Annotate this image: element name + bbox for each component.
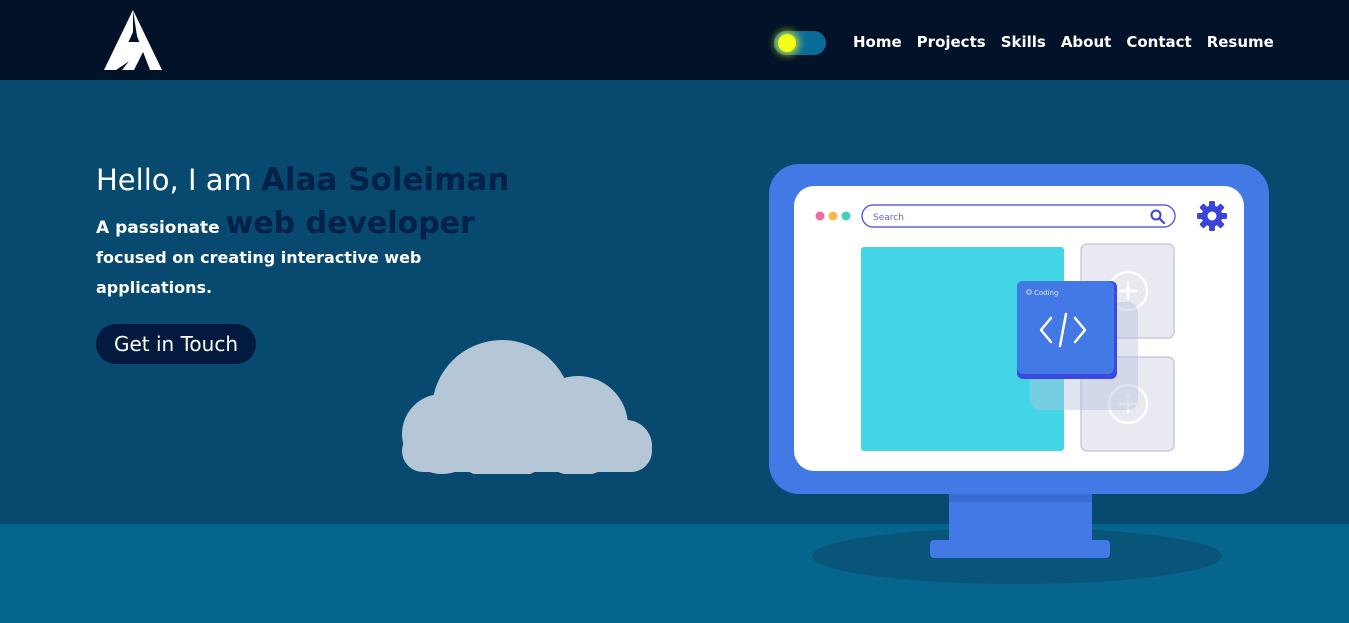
search-bar <box>861 204 1176 228</box>
search-placeholder: Search <box>873 213 904 223</box>
coding-label: Coding <box>1034 289 1058 297</box>
logo[interactable] <box>104 10 162 72</box>
nav-link-about[interactable]: About <box>1053 30 1119 54</box>
dot-yellow <box>828 211 838 221</box>
nav-link-skills[interactable]: Skills <box>993 30 1053 54</box>
portfolio-page: Home Projects Skills About Contact Resum… <box>0 0 1349 623</box>
monitor-illustration: Search Coding <box>769 164 1269 584</box>
nav-link-contact[interactable]: Contact <box>1118 30 1198 54</box>
greeting-prefix: Hello, I am <box>96 163 261 197</box>
role-prefix: A passionate <box>96 218 226 238</box>
dot-green <box>841 211 851 221</box>
hero-name: Alaa Soleiman <box>260 162 510 198</box>
navbar: Home Projects Skills About Contact Resum… <box>0 0 1349 80</box>
gear-icon <box>1197 201 1227 231</box>
role-highlight: web developer <box>225 206 475 241</box>
cloud-illustration <box>402 340 652 474</box>
nav-link-projects[interactable]: Projects <box>909 30 993 54</box>
nav-link-resume[interactable]: Resume <box>1199 30 1281 54</box>
get-in-touch-button[interactable]: Get in Touch <box>96 324 256 364</box>
nav-links: Home Projects Skills About Contact Resum… <box>845 30 1281 54</box>
toggle-knob <box>778 34 796 52</box>
hero-description: focused on creating interactive web appl… <box>96 248 422 297</box>
nav-link-home[interactable]: Home <box>845 30 909 54</box>
dot-pink <box>815 211 825 221</box>
theme-toggle[interactable] <box>772 29 828 57</box>
hero-greeting: Hello, I am Alaa Soleiman <box>96 158 509 202</box>
